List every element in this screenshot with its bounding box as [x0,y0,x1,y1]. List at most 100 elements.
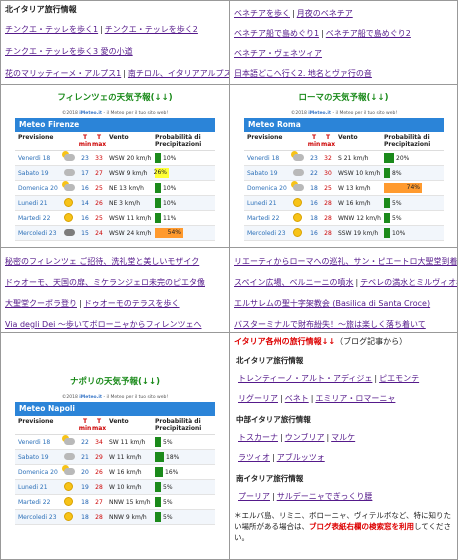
forecast-prob: 10% [155,153,215,163]
cloud-icon [62,165,75,176]
widget-credit-year: ©2018 [290,111,309,116]
widget-title-bar[interactable]: Meteo Napoli [15,402,215,416]
article-link[interactable]: 日本語どこへ行く2. 地名とヴァ行の音 [234,69,372,78]
forecast-row: Venerdi 18 23 32 S 21 km/h 20% [244,150,444,166]
article-link[interactable]: チンクエ・テッレを歩く2 [105,25,198,34]
link-row: ベネチア・ヴェネツィア [234,47,457,61]
article-link[interactable]: トレンティーノ・アルト・アディジェ [238,374,372,383]
prob-bar [384,228,390,238]
prob-bar [384,153,394,163]
link-row: エルサレムの聖十字架教会 (Basilica di Santa Croce) [234,297,457,311]
forecast-prob: 10% [155,198,215,208]
forecast-icon-cell [64,212,78,224]
prob-value: 5% [163,483,173,491]
florence-weather-title: フィレンツェの天気予報(↓↓) [57,93,173,103]
article-link[interactable]: 南チロル、イタリアアルプスへ [128,69,229,78]
article-link[interactable]: スペイン広場、ベルニーニの噴水 [234,278,353,287]
widget-credit-year: ©2018 [61,395,80,400]
article-link[interactable]: マルケ [331,433,355,442]
article-link[interactable]: エミリア・ロマーニャ [315,394,395,403]
forecast-icon-cell [62,464,78,477]
link-separator: | [292,9,295,18]
article-link[interactable]: ピエモンテ [379,374,419,383]
article-link[interactable]: リグーリア [238,394,278,403]
article-link[interactable]: ウンブリア [285,433,325,442]
forecast-icon-cell [62,449,78,462]
prob-bar [384,213,390,223]
forecast-icon-cell [62,180,78,193]
north-italy-cell: 北イタリア旅行情報 チンクエ・テッレを歩く1 | チンクエ・テッレを歩く2 チンクエ・… [0,0,230,85]
article-link[interactable]: トスカーナ [238,433,278,442]
search-note: ＊エルバ島、リミニ、ボローニャ、ヴィテルボなど、特に知りたい場所がある場合は、ブ… [234,510,453,543]
article-link[interactable]: Via degli Dei ～歩いてボローニャからフィレンツェへ [5,320,201,329]
article-link[interactable]: リエーティからローマへの巡礼、サン・ピエートロ大聖堂到着 [234,257,457,266]
article-link[interactable]: 花のマリッティーメ・アルプス1 [5,69,121,78]
forecast-tmin: 16 [310,199,318,207]
prob-bar: 26% [154,168,169,178]
weather-widget-naples: ©2018 iMeteo.it - il Meteo per il tuo si… [15,395,215,525]
forecast-icon-cell [62,165,78,178]
article-link[interactable]: ドゥオーモ、天国の扉、ミケランジェロ未完のピエタ像 [5,278,205,287]
link-row: リエーティからローマへの巡礼、サン・ピエートロ大聖堂到着 [234,255,457,269]
widget-credit-brand[interactable]: iMeteo.it [79,111,102,116]
forecast-icon-cell [64,197,78,209]
link-separator: | [310,394,314,403]
sun-icon [64,496,73,506]
forecast-tmin: 20 [81,468,89,476]
forecast-tmin: 16 [81,184,89,192]
article-link[interactable]: ラツィオ [238,453,270,462]
widget-credit-brand[interactable]: iMeteo.it [79,395,102,400]
forecast-prob: 54% [155,228,215,238]
widget-rows: Venerdi 18 23 32 S 21 km/h 20% Sabato 19 22 30 W… [244,150,444,241]
article-link[interactable]: プーリア [238,492,270,501]
widget-header-row: Previsione T min T max Vento Probabilità di … [15,416,215,435]
forecast-icon-cell [293,227,307,239]
widget-title-bar[interactable]: Meteo Firenze [15,118,215,132]
col-header-prob: Probabilità di Precipitazioni [155,134,202,148]
widget-credit-brand[interactable]: iMeteo.it [308,111,331,116]
venice-cell: ベネチアを歩く | 月夜のベネチアベネチア船で島めぐり1 | ベネチア船で島めぐり2 ベネ… [229,0,458,85]
article-link[interactable]: チンクエ・テッレを歩く3 愛の小道 [5,47,133,56]
article-link[interactable]: サルデーニャでぎっくり腰 [277,492,373,501]
link-row: ベネチアを歩く | 月夜のベネチア [234,7,457,21]
forecast-prob: 16% [155,467,215,477]
forecast-day: Venerdi 18 [247,154,280,162]
article-link[interactable]: ドゥオーモのテラスを歩く [84,299,180,308]
forecast-day: Mercoledi 23 [18,229,57,237]
article-link[interactable]: ベネチアを歩く [234,9,290,18]
forecast-tmax: 25 [95,214,103,222]
article-link[interactable]: チンクエ・テッレを歩く1 [5,25,98,34]
prob-value: 10% [392,229,406,237]
article-link[interactable]: 大聖堂クーポラ登り [5,299,77,308]
article-link[interactable]: テベレの満水とミルヴィオ橋 [360,278,457,287]
widget-rows: Venerdi 18 23 33 WSW 20 km/h 10% Sabato 19 17 2… [15,150,215,241]
forecast-row: Mercoledi 23 15 24 WSW 24 km/h 54% [15,226,215,241]
forecast-icon-cell [64,496,78,508]
article-link[interactable]: 月夜のベネチア [297,9,353,18]
weather-widget-florence: ©2018 iMeteo.it - il Meteo per il tuo si… [15,111,215,241]
article-link[interactable]: バスターミナルで財布紛失！～旅は楽しく落ち着いて [234,320,426,329]
north-header: 北イタリア旅行情報 [5,5,77,14]
article-link[interactable]: ベネチア・ヴェネツィア [234,49,322,58]
forecast-tmax: 27 [95,169,103,177]
forecast-wind: WSW 10 km/h [338,169,381,177]
link-row: 秘密のフィレンツェ ご招待、洗礼堂と美しいモザイク [5,255,229,269]
article-link[interactable]: 秘密のフィレンツェ ご招待、洗礼堂と美しいモザイク [5,257,199,266]
article-link[interactable]: ベネチア船で島めぐり1 [234,29,319,38]
widget-title-bar[interactable]: Meteo Roma [244,118,444,132]
forecast-tmax: 28 [324,199,332,207]
link-row: 大聖堂クーポラ登り | ドゥオーモのテラスを歩く [5,297,229,311]
forecast-tmin: 19 [81,483,89,491]
article-link[interactable]: ベネト [285,394,309,403]
article-link[interactable]: エルサレムの聖十字架教会 (Basilica di Santa Croce) [234,299,430,308]
article-link[interactable]: アブルッツォ [277,453,325,462]
prob-value: 11% [163,214,177,222]
col-header-tmax: T max [92,134,107,148]
widget-credit-text: - il Meteo per il tuo sito web! [331,111,398,116]
storm-icon [64,228,75,236]
link-separator: | [123,69,126,78]
forecast-tmax: 26 [95,468,103,476]
article-link[interactable]: ベネチア船で島めぐり2 [326,29,411,38]
forecast-tmin: 16 [81,214,89,222]
forecast-row: Sabato 19 21 29 W 11 km/h 18% [15,449,215,465]
